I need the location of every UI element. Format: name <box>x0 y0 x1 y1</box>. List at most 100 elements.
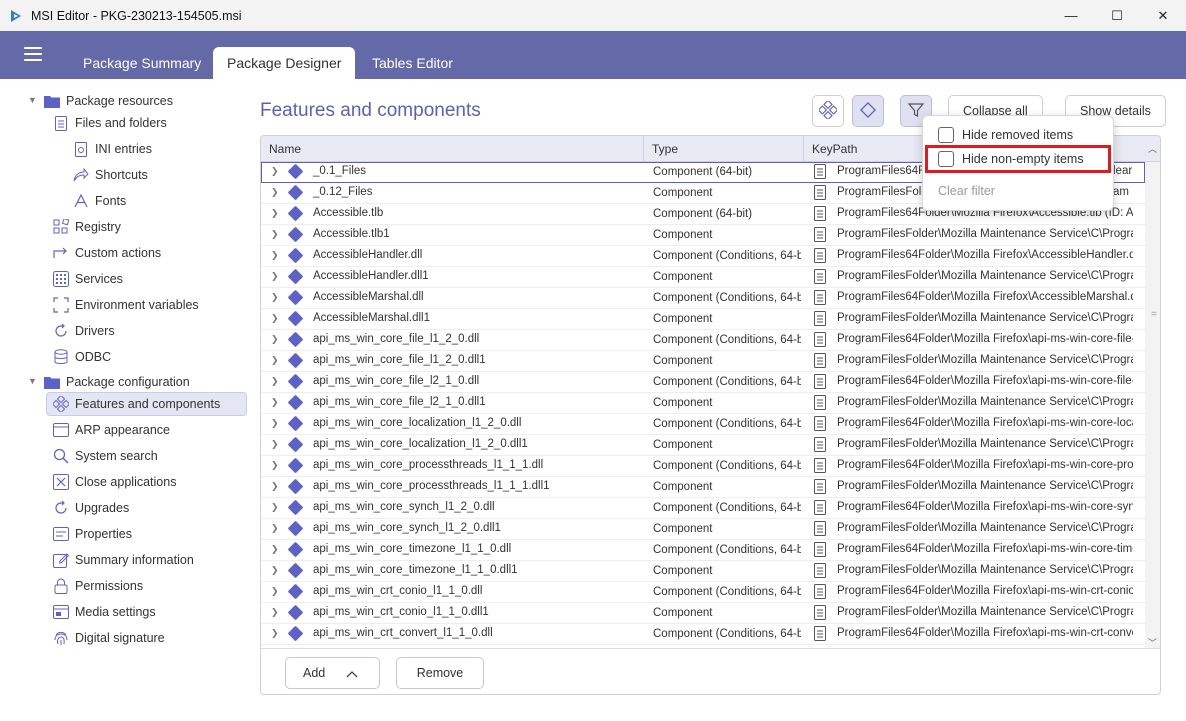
component-diamond-icon <box>287 184 304 201</box>
row-name: api_ms_win_core_file_l2_1_0.dll <box>313 375 480 387</box>
table-row[interactable]: ❯ api_ms_win_core_file_l2_1_0.dll Componen… <box>261 372 1145 393</box>
sidebar-item-environment-variables[interactable]: Environment variables <box>53 293 199 317</box>
table-row[interactable]: ❯ AccessibleMarshal.dll1 Component ProgramF… <box>261 309 1145 330</box>
sidebar-item-properties[interactable]: Properties <box>53 522 132 546</box>
table-row[interactable]: ❯ api_ms_win_core_localization_l1_2_0.dll… <box>261 435 1145 456</box>
chevron-right-icon[interactable]: ❯ <box>271 313 279 324</box>
table-row[interactable]: ❯ api_ms_win_core_localization_l1_2_0.dll… <box>261 414 1145 435</box>
chevron-right-icon[interactable]: ❯ <box>271 229 279 240</box>
table-row[interactable]: ❯ api_ms_win_crt_conio_l1_1_0.dll1 Compone… <box>261 603 1145 624</box>
hide-removed-checkbox[interactable] <box>938 127 954 143</box>
sidebar-item-digital-signature[interactable]: Digital signature <box>53 626 165 650</box>
row-keypath: ProgramFilesFolder\Mozilla Maintenance S… <box>837 312 1133 324</box>
row-name: api_ms_win_core_synch_l1_2_0.dll1 <box>313 522 501 534</box>
table-row[interactable]: ❯ api_ms_win_core_processthreads_l1_1_1.d… <box>261 477 1145 498</box>
table-row[interactable]: ❯ api_ms_win_core_timezone_l1_1_0.dll Comp… <box>261 540 1145 561</box>
sidebar-item-media-settings[interactable]: Media settings <box>53 600 156 624</box>
chevron-right-icon[interactable]: ❯ <box>271 376 279 387</box>
column-header-type[interactable]: Type <box>644 136 804 161</box>
chevron-right-icon[interactable]: ❯ <box>271 565 279 576</box>
chevron-right-icon[interactable]: ❯ <box>271 397 279 408</box>
features-view-button[interactable] <box>812 95 844 127</box>
chevron-right-icon[interactable]: ❯ <box>271 502 279 513</box>
chevron-right-icon[interactable]: ❯ <box>271 418 279 429</box>
chevron-right-icon[interactable]: ❯ <box>271 166 279 177</box>
row-name: api_ms_win_core_localization_l1_2_0.dll1 <box>313 438 528 450</box>
sidebar-item-arp-appearance[interactable]: ARP appearance <box>53 418 170 442</box>
chevron-right-icon[interactable]: ❯ <box>271 439 279 450</box>
row-type: Component (Conditions, 64-bi <box>653 376 801 388</box>
tab-package-designer[interactable]: Package Designer <box>213 47 356 79</box>
sidebar-item-fonts[interactable]: Fonts <box>73 189 126 213</box>
sidebar-item-label: Registry <box>75 220 121 234</box>
sidebar-item-features-and-components[interactable]: Features and components <box>46 392 247 416</box>
document-icon <box>814 185 826 200</box>
sidebar-item-permissions[interactable]: Permissions <box>53 574 143 598</box>
chevron-right-icon[interactable]: ❯ <box>271 355 279 366</box>
sidebar-item-close-applications[interactable]: Close applications <box>53 470 176 494</box>
table-row[interactable]: ❯ api_ms_win_core_file_l2_1_0.dll1 Compone… <box>261 393 1145 414</box>
chevron-right-icon[interactable]: ❯ <box>271 460 279 471</box>
maximize-button[interactable]: ☐ <box>1094 0 1140 31</box>
chevron-right-icon[interactable]: ❯ <box>271 628 279 639</box>
chevron-right-icon[interactable]: ❯ <box>271 292 279 303</box>
chevron-right-icon[interactable]: ❯ <box>271 481 279 492</box>
hide-removed-label: Hide removed items <box>962 128 1074 142</box>
tree-group-package-resources[interactable]: ▼ Package resources <box>28 89 173 113</box>
chevron-right-icon[interactable]: ❯ <box>271 187 279 198</box>
components-view-button[interactable] <box>852 95 884 127</box>
tab-tables-editor[interactable]: Tables Editor <box>358 47 467 79</box>
sidebar-item-upgrades[interactable]: Upgrades <box>53 496 129 520</box>
table-row[interactable]: ❯ api_ms_win_core_synch_l1_2_0.dll Compone… <box>261 498 1145 519</box>
sidebar-item-services[interactable]: Services <box>53 267 123 291</box>
table-row[interactable]: ❯ api_ms_win_core_processthreads_l1_1_1.d… <box>261 456 1145 477</box>
tree-group-package-configuration[interactable]: ▼ Package configuration <box>28 370 190 394</box>
chevron-right-icon[interactable]: ❯ <box>271 250 279 261</box>
clear-filter-link[interactable]: Clear filter <box>938 184 995 198</box>
table-row[interactable]: ❯ Accessible.tlb1 Component ProgramFilesFol… <box>261 225 1145 246</box>
sidebar-item-files-and-folders[interactable]: Files and folders <box>53 111 167 135</box>
sidebar-item-ini-entries[interactable]: INI entries <box>73 137 152 161</box>
sidebar-item-drivers[interactable]: Drivers <box>53 319 115 343</box>
chevron-right-icon[interactable]: ❯ <box>271 586 279 597</box>
hamburger-menu-icon[interactable] <box>24 47 42 61</box>
sidebar-item-odbc[interactable]: ODBC <box>53 345 111 369</box>
chevron-right-icon[interactable]: ❯ <box>271 334 279 345</box>
sidebar-item-custom-actions[interactable]: Custom actions <box>53 241 161 265</box>
row-keypath: ProgramFiles64Folder\Mozilla Firefox\Acc… <box>837 249 1133 261</box>
sidebar-item-system-search[interactable]: System search <box>53 444 158 468</box>
row-type: Component <box>653 523 713 535</box>
hide-removed-items-option[interactable]: Hide removed items <box>923 123 1113 147</box>
table-row[interactable]: ❯ api_ms_win_core_file_l1_2_0.dll1 Compone… <box>261 351 1145 372</box>
chevron-right-icon[interactable]: ❯ <box>271 271 279 282</box>
minimize-button[interactable]: — <box>1048 0 1094 31</box>
tab-bar: Package Summary Package Designer Tables … <box>0 31 1186 79</box>
chevron-right-icon[interactable]: ❯ <box>271 208 279 219</box>
table-row[interactable]: ❯ AccessibleHandler.dll1 Component ProgramF… <box>261 267 1145 288</box>
close-window-button[interactable]: ✕ <box>1140 0 1186 31</box>
registry-icon <box>53 219 69 235</box>
chevron-right-icon[interactable]: ❯ <box>271 544 279 555</box>
sidebar-item-summary-information[interactable]: Summary information <box>53 548 194 572</box>
row-name: _0.12_Files <box>313 186 373 198</box>
table-row[interactable]: ❯ AccessibleHandler.dll Component (Conditi… <box>261 246 1145 267</box>
table-row[interactable]: ❯ api_ms_win_core_synch_l1_2_0.dll1 Compon… <box>261 519 1145 540</box>
chevron-right-icon[interactable]: ❯ <box>271 607 279 618</box>
remove-button[interactable]: Remove <box>396 657 484 689</box>
vertical-scrollbar[interactable]: ﹀ <box>1145 162 1160 648</box>
add-button[interactable]: Add <box>285 657 380 689</box>
sidebar-item-shortcuts[interactable]: Shortcuts <box>73 163 148 187</box>
table-row[interactable]: ❯ api_ms_win_crt_convert_l1_1_0.dll Compon… <box>261 624 1145 645</box>
table-row[interactable]: ❯ AccessibleMarshal.dll Component (Conditi… <box>261 288 1145 309</box>
table-row[interactable]: ❯ api_ms_win_core_file_l1_2_0.dll Componen… <box>261 330 1145 351</box>
sidebar-item-registry[interactable]: Registry <box>53 215 121 239</box>
row-name: AccessibleMarshal.dll <box>313 291 424 303</box>
column-header-name[interactable]: Name <box>261 136 644 161</box>
scrollbar-grip[interactable]: = <box>1151 310 1157 320</box>
chevron-right-icon[interactable]: ❯ <box>271 523 279 534</box>
tab-package-summary[interactable]: Package Summary <box>69 47 215 79</box>
sidebar-item-label: Drivers <box>75 324 115 338</box>
scroll-up-arrow[interactable]: ︿ <box>1145 136 1160 161</box>
table-row[interactable]: ❯ api_ms_win_crt_conio_l1_1_0.dll Componen… <box>261 582 1145 603</box>
table-row[interactable]: ❯ api_ms_win_core_timezone_l1_1_0.dll1 Com… <box>261 561 1145 582</box>
